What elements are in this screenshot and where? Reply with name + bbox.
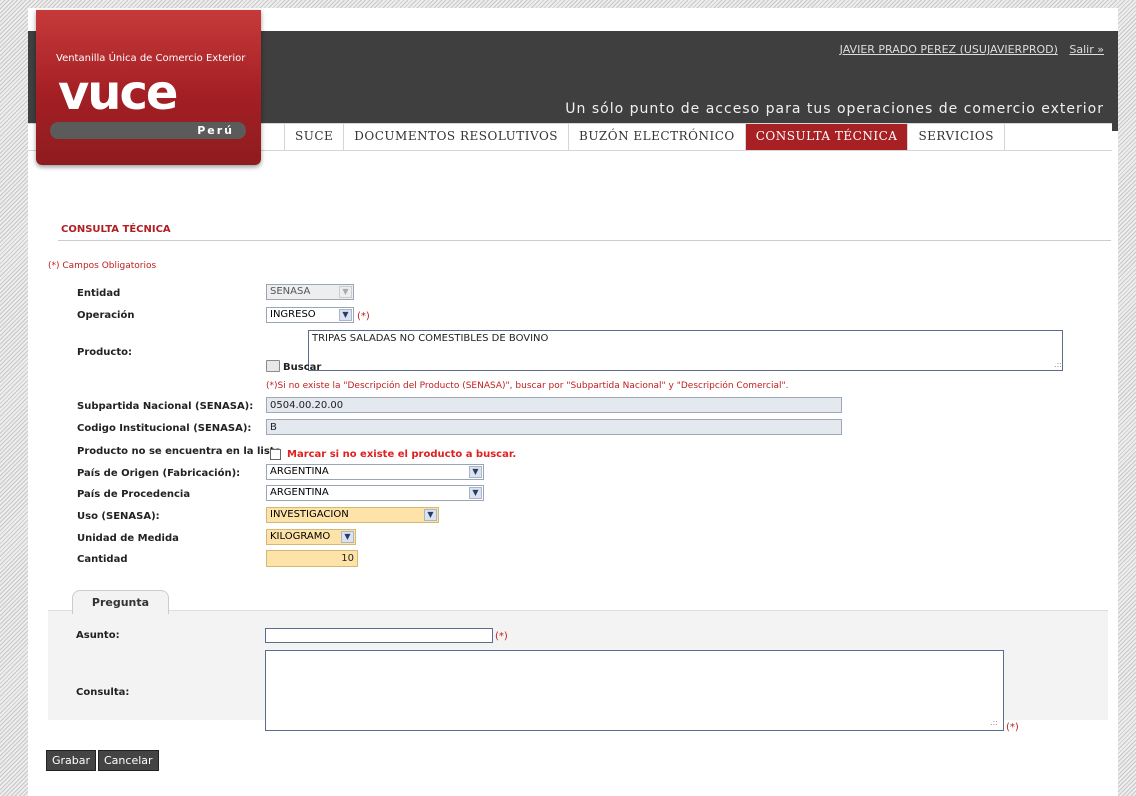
entidad-select: SENASA ▼ [266,284,354,300]
save-button[interactable]: Grabar [46,750,97,771]
folder-search-icon [266,360,280,372]
uso-select[interactable]: INVESTIGACION ▼ [266,507,439,523]
pais-procedencia-label: País de Procedencia [77,489,191,500]
pais-origen-select[interactable]: ARGENTINA ▼ [266,464,484,480]
pais-procedencia-select[interactable]: ARGENTINA ▼ [266,485,484,501]
resize-handle-icon[interactable]: .:: [1054,360,1062,369]
subpartida-input[interactable]: 0504.00.20.00 [266,397,842,413]
entidad-value: SENASA [270,286,311,297]
consulta-textarea[interactable] [265,650,1004,731]
logout-link[interactable]: Salir » [1069,43,1104,56]
page: JAVIER PRADO PEREZ (USUJAVIERPROD) Salir… [28,8,1118,796]
uso-label: Uso (SENASA): [77,511,160,522]
page-title: CONSULTA TÉCNICA [61,224,171,235]
subpartida-label: Subpartida Nacional (SENASA): [77,401,254,412]
required-mark: (*) [1006,722,1019,733]
tab-pregunta[interactable]: Pregunta [72,590,169,614]
producto-hint: (*)Si no existe la "Descripción del Prod… [266,381,789,391]
asunto-input[interactable] [265,628,493,643]
required-mark: (*) [495,631,508,642]
no-existe-checkbox-label[interactable]: Marcar si no existe el producto a buscar… [287,449,516,460]
cantidad-label: Cantidad [77,554,128,565]
chevron-down-icon: ▼ [341,531,354,543]
required-note: (*) Campos Obligatorios [48,261,157,271]
pais-origen-label: País de Origen (Fabricación): [77,468,241,479]
cancel-button[interactable]: Cancelar [98,750,159,771]
unidad-label: Unidad de Medida [77,533,179,544]
cantidad-input[interactable]: 10 [266,550,358,567]
pais-procedencia-value: ARGENTINA [270,487,329,498]
tab-buzon-electronico[interactable]: BUZÓN ELECTRÓNICO [568,124,745,150]
codigo-label: Codigo Institucional (SENASA): [77,423,252,434]
no-existe-checkbox[interactable] [270,449,281,460]
title-divider [58,240,1111,241]
tab-servicios[interactable]: SERVICIOS [907,124,1005,150]
pais-origen-value: ARGENTINA [270,466,329,477]
buscar-button[interactable]: Buscar [266,360,321,373]
operacion-select[interactable]: INGRESO ▼ [266,307,354,323]
entidad-label: Entidad [77,288,121,299]
buscar-label: Buscar [283,362,322,373]
logo-wordmark: vuce [58,65,178,121]
user-links: JAVIER PRADO PEREZ (USUJAVIERPROD) Salir… [832,43,1104,56]
chevron-down-icon: ▼ [469,487,482,499]
vuce-logo[interactable]: Ventanilla Única de Comercio Exterior vu… [36,10,261,165]
chevron-down-icon: ▼ [339,286,352,298]
resize-handle-icon[interactable]: .:: [990,718,998,727]
logo-country: Perú [50,122,246,139]
tab-documentos-resolutivos[interactable]: DOCUMENTOS RESOLUTIVOS [343,124,568,150]
required-mark: (*) [357,311,370,322]
operacion-value: INGRESO [270,309,316,320]
tab-suce[interactable]: SUCE [284,124,343,150]
uso-value: INVESTIGACION [270,509,349,520]
operacion-label: Operación [77,310,135,321]
unidad-value: KILOGRAMO [270,531,331,542]
chevron-down-icon: ▼ [339,309,352,321]
no-encuentra-label: Producto no se encuentra en la lista [77,446,282,457]
producto-input[interactable]: TRIPAS SALADAS NO COMESTIBLES DE BOVINO [308,330,1063,371]
chevron-down-icon: ▼ [469,466,482,478]
codigo-input[interactable]: B [266,419,842,435]
logo-subtitle: Ventanilla Única de Comercio Exterior [56,53,246,64]
unidad-select[interactable]: KILOGRAMO ▼ [266,529,356,545]
tab-consulta-tecnica[interactable]: CONSULTA TÉCNICA [744,124,908,150]
producto-label: Producto: [77,347,132,358]
chevron-down-icon: ▼ [424,509,437,521]
tagline: Un sólo punto de acceso para tus operaci… [565,101,1104,117]
asunto-label: Asunto: [76,630,120,641]
consulta-label: Consulta: [76,687,130,698]
nav-tabs: SUCE DOCUMENTOS RESOLUTIVOS BUZÓN ELECTR… [284,124,1005,150]
user-link[interactable]: JAVIER PRADO PEREZ (USUJAVIERPROD) [840,43,1058,56]
